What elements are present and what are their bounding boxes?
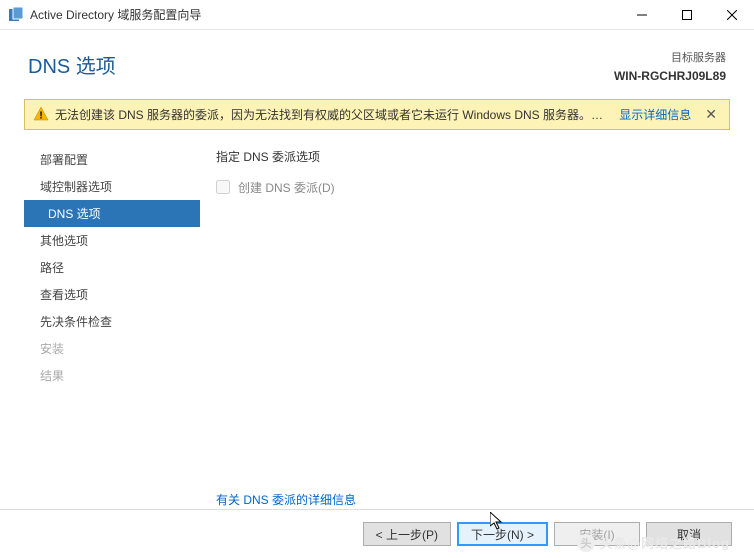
warning-close-icon[interactable]: ✕ — [701, 106, 721, 123]
warning-details-link[interactable]: 显示详细信息 — [619, 106, 691, 123]
page-title: DNS 选项 — [28, 50, 116, 79]
sidebar-step-7: 安装 — [24, 335, 200, 362]
create-dns-delegation-option: 创建 DNS 委派(D) — [216, 179, 726, 196]
checkbox-label: 创建 DNS 委派(D) — [238, 179, 335, 196]
window-controls — [619, 0, 754, 30]
sidebar-step-4[interactable]: 路径 — [24, 254, 200, 281]
title-bar: Active Directory 域服务配置向导 — [0, 0, 754, 30]
wizard-steps-sidebar: 部署配置域控制器选项DNS 选项其他选项路径查看选项先决条件检查安装结果 — [24, 142, 200, 518]
sidebar-step-1[interactable]: 域控制器选项 — [24, 173, 200, 200]
maximize-button[interactable] — [664, 0, 709, 30]
wizard-header: DNS 选项 目标服务器 WIN-RGCHRJ09L89 — [0, 30, 754, 99]
target-server-info: 目标服务器 WIN-RGCHRJ09L89 — [614, 50, 726, 85]
wizard-body: 部署配置域控制器选项DNS 选项其他选项路径查看选项先决条件检查安装结果 指定 … — [0, 142, 754, 518]
next-button[interactable]: 下一步(N) > — [457, 522, 548, 546]
warning-banner: ! 无法创建该 DNS 服务器的委派，因为无法找到有权威的父区域或者它未运行 W… — [24, 99, 730, 130]
sidebar-step-8: 结果 — [24, 362, 200, 389]
app-icon — [8, 7, 24, 23]
minimize-button[interactable] — [619, 0, 664, 30]
svg-text:!: ! — [39, 111, 42, 122]
cancel-button[interactable]: 取消 — [646, 522, 732, 546]
install-button[interactable]: 安装(I) — [554, 522, 640, 546]
create-dns-delegation-checkbox[interactable] — [216, 180, 230, 194]
dns-delegation-info-link[interactable]: 有关 DNS 委派的详细信息 — [216, 491, 356, 508]
target-server-hostname: WIN-RGCHRJ09L89 — [614, 67, 726, 85]
warning-icon: ! — [33, 106, 49, 122]
sidebar-step-3[interactable]: 其他选项 — [24, 227, 200, 254]
wizard-content: 指定 DNS 委派选项 创建 DNS 委派(D) 有关 DNS 委派的详细信息 — [200, 142, 730, 518]
wizard-footer: < 上一步(P) 下一步(N) > 安装(I) 取消 — [0, 509, 754, 558]
previous-button[interactable]: < 上一步(P) — [363, 522, 451, 546]
sidebar-step-0[interactable]: 部署配置 — [24, 146, 200, 173]
window-title: Active Directory 域服务配置向导 — [30, 6, 619, 23]
sidebar-step-6[interactable]: 先决条件检查 — [24, 308, 200, 335]
content-heading: 指定 DNS 委派选项 — [216, 148, 726, 165]
sidebar-step-5[interactable]: 查看选项 — [24, 281, 200, 308]
sidebar-step-2[interactable]: DNS 选项 — [24, 200, 200, 227]
warning-text: 无法创建该 DNS 服务器的委派，因为无法找到有权威的父区域或者它未运行 Win… — [55, 106, 609, 123]
close-button[interactable] — [709, 0, 754, 30]
target-server-label: 目标服务器 — [614, 50, 726, 67]
